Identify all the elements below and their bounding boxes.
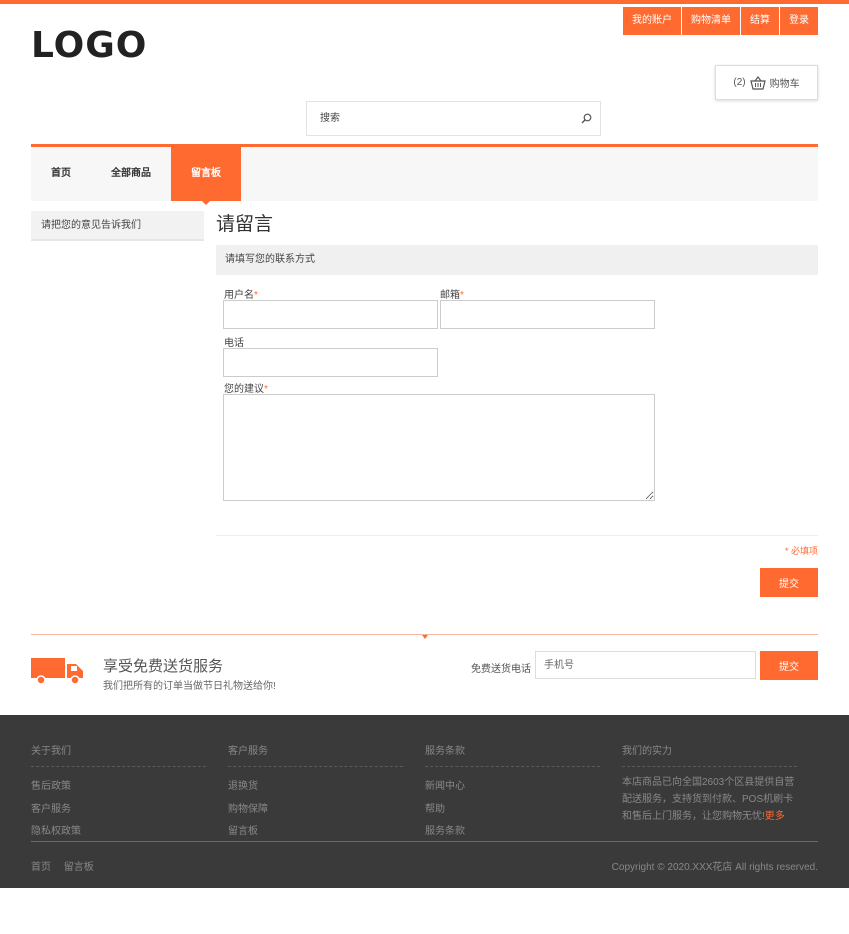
email-field[interactable] bbox=[440, 300, 655, 329]
truck-icon bbox=[31, 658, 83, 685]
top-accent-bar bbox=[0, 0, 849, 4]
page-title: 请留言 bbox=[216, 214, 274, 235]
footer-link[interactable]: 帮助 bbox=[425, 799, 600, 822]
footer-col-service: 客户服务 退换货 购物保障 留言板 bbox=[228, 742, 403, 844]
checkout-link[interactable]: 结算 bbox=[740, 7, 779, 35]
nav-message-board[interactable]: 留言板 bbox=[171, 147, 241, 205]
strength-text: 本店商品已向全国2603个区县提供自营配送服务，支持货到付款、POS机刷卡和售后… bbox=[622, 777, 795, 822]
footer-col-about: 关于我们 售后政策 客户服务 隐私权政策 bbox=[31, 742, 206, 844]
suggestion-label: 您的建议* bbox=[224, 384, 268, 395]
divider-arrow bbox=[422, 635, 428, 639]
username-field[interactable] bbox=[223, 300, 438, 329]
form-divider bbox=[216, 535, 818, 536]
footer-link[interactable]: 退换货 bbox=[228, 776, 403, 799]
my-account-link[interactable]: 我的账户 bbox=[623, 7, 681, 35]
more-link[interactable]: 更多 bbox=[765, 811, 785, 822]
shipping-title: 享受免费送货服务 bbox=[103, 658, 224, 675]
suggestion-textarea[interactable] bbox=[223, 394, 655, 501]
sidebar-item-feedback[interactable]: 请把您的意见告诉我们 bbox=[31, 211, 204, 241]
footer-divider bbox=[31, 841, 818, 842]
footer: 关于我们 售后政策 客户服务 隐私权政策 客户服务 退换货 购物保障 留言板 服… bbox=[0, 715, 849, 888]
footer-home-link[interactable]: 首页 bbox=[31, 862, 51, 873]
section-heading: 请填写您的联系方式 bbox=[216, 245, 818, 275]
footer-message-link[interactable]: 留言板 bbox=[64, 862, 94, 873]
email-label: 邮箱* bbox=[440, 290, 464, 301]
footer-link[interactable]: 售后政策 bbox=[31, 776, 206, 799]
search-box bbox=[306, 101, 601, 136]
footer-col-title: 服务条款 bbox=[425, 742, 600, 767]
copyright: Copyright © 2020.XXX花店 All rights reserv… bbox=[611, 862, 818, 873]
search-icon[interactable] bbox=[581, 113, 592, 124]
shipping-submit-button[interactable]: 提交 bbox=[760, 651, 818, 680]
footer-col-title: 客户服务 bbox=[228, 742, 403, 767]
nav-home[interactable]: 首页 bbox=[31, 147, 91, 201]
footer-link[interactable]: 客户服务 bbox=[31, 799, 206, 822]
basket-icon bbox=[749, 75, 766, 90]
cart-label: 购物车 bbox=[769, 79, 800, 90]
nav-all-products[interactable]: 全部商品 bbox=[91, 147, 171, 201]
required-note: * 必填项 bbox=[784, 546, 818, 556]
footer-col-terms: 服务条款 新闻中心 帮助 服务条款 bbox=[425, 742, 600, 844]
footer-link[interactable]: 购物保障 bbox=[228, 799, 403, 822]
main-nav: 首页 全部商品 留言板 bbox=[31, 144, 818, 205]
phone-label: 电话 bbox=[224, 338, 244, 349]
site-logo[interactable]: LOGO bbox=[31, 28, 147, 64]
shipping-subtitle: 我们把所有的订单当做节日礼物送给你! bbox=[103, 681, 276, 692]
cart-count: (2) bbox=[733, 77, 746, 88]
footer-link[interactable]: 新闻中心 bbox=[425, 776, 600, 799]
shopping-list-link[interactable]: 购物清单 bbox=[681, 7, 740, 35]
submit-button[interactable]: 提交 bbox=[760, 568, 818, 597]
shipping-phone-input[interactable] bbox=[535, 651, 756, 679]
cart-button[interactable]: (2) 购物车 bbox=[715, 65, 818, 100]
shipping-phone-label: 免费送货电话 bbox=[471, 664, 531, 675]
username-label: 用户名* bbox=[224, 290, 258, 301]
footer-col-title: 关于我们 bbox=[31, 742, 206, 767]
footer-col-title: 我们的实力 bbox=[622, 742, 797, 767]
top-links: 我的账户 购物清单 结算 登录 bbox=[623, 7, 818, 35]
login-link[interactable]: 登录 bbox=[779, 7, 818, 35]
footer-bottom-links: 首页 留言板 bbox=[31, 858, 104, 873]
search-input[interactable] bbox=[307, 102, 557, 135]
footer-col-strength: 我们的实力 本店商品已向全国2603个区县提供自营配送服务，支持货到付款、POS… bbox=[622, 742, 797, 825]
phone-field[interactable] bbox=[223, 348, 438, 377]
